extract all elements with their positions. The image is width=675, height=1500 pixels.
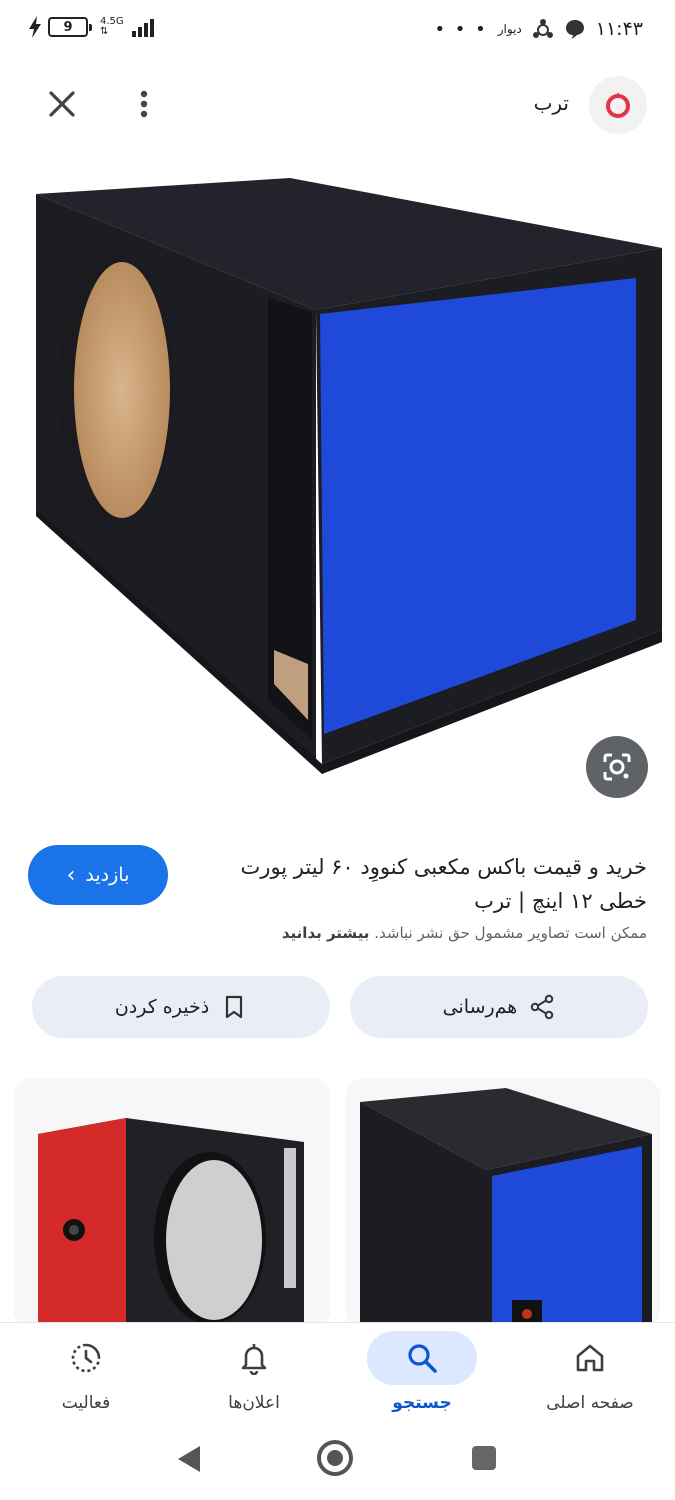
bell-icon-wrap [199,1331,309,1385]
bookmark-icon [226,995,243,1019]
status-right: • • • دیوار ۱۱:۴۳ [434,18,643,40]
home-icon-wrap [535,1331,645,1385]
google-lens-button[interactable] [586,736,648,798]
lens-icon [603,753,631,781]
site-logo[interactable] [589,76,647,134]
visit-button[interactable]: ‹ بازدید [28,845,168,905]
recent-apps-button[interactable] [472,1446,496,1470]
back-icon[interactable] [176,1444,202,1474]
status-bar: 9 4.5G ⇅ • • • دیوار ۱۱:۴۳ [0,0,675,64]
woofer-cutout-inner [74,262,170,518]
activity-icon [71,1343,101,1373]
nav-notifications[interactable]: اعلان‌ها [184,1323,324,1427]
system-navigation [0,1426,675,1500]
chevron-left-icon: ‹ [66,862,76,888]
battery-icon: 9 [48,17,92,37]
main-image[interactable] [0,160,675,810]
chat-icon [565,20,584,39]
save-label: ذخیره کردن [114,996,210,1018]
viewer-header: ترب [0,72,675,136]
nav-home-label: صفحه اصلی [546,1393,634,1413]
more-vert-icon[interactable] [132,86,156,122]
nav-search-label: جستجو [392,1393,452,1413]
learn-more-link[interactable]: بیشتر بدانید [282,924,370,942]
copyright-notice: ممکن است تصاویر مشمول حق نشر نباشد. بیشت… [27,924,647,942]
site-name[interactable]: ترب [534,91,569,115]
blue-box-image [346,1078,660,1328]
nav-activity-label: فعالیت [61,1393,111,1413]
bell-icon [241,1344,267,1375]
network-activity-icon: ⇅ [100,26,109,37]
share-icon [531,994,554,1020]
hub-icon [532,19,553,38]
notification-app-label: دیوار [497,22,522,36]
related-image-red-box[interactable] [14,1078,330,1328]
nav-home[interactable]: صفحه اصلی [520,1323,660,1427]
nav-activity[interactable]: فعالیت [16,1323,156,1427]
battery-level: 9 [63,19,73,35]
search-icon [408,1344,437,1373]
related-image-blue-box[interactable] [346,1078,660,1328]
nav-notifications-label: اعلان‌ها [228,1393,280,1413]
home-icon [576,1344,604,1372]
status-left: 9 4.5G ⇅ [28,16,154,38]
share-label: هم‌رسانی [442,996,518,1018]
system-home-button[interactable] [317,1440,353,1476]
red-box-image [14,1078,330,1328]
result-title[interactable]: خرید و قیمت باکس مکعبی کنووِد ۶۰ لیتر پو… [227,850,647,918]
share-button[interactable]: هم‌رسانی [350,976,648,1038]
signal-icon [131,17,154,37]
clock: ۱۱:۴۳ [595,18,643,40]
copyright-text: ممکن است تصاویر مشمول حق نشر نباشد. [374,924,647,942]
save-button[interactable]: ذخیره کردن [32,976,330,1038]
visit-label: بازدید [85,864,130,886]
nav-search[interactable]: جستجو [352,1323,492,1427]
bottom-navigation: صفحه اصلی جستجو اعلان‌ها ف [0,1322,675,1426]
overflow-dots: • • • [434,18,488,40]
activity-icon-wrap [31,1331,141,1385]
search-icon-wrap [367,1331,477,1385]
network-indicator: 4.5G ⇅ [100,17,124,37]
charging-icon [29,16,41,38]
torob-logo-icon [606,92,630,118]
close-icon[interactable] [44,86,80,122]
